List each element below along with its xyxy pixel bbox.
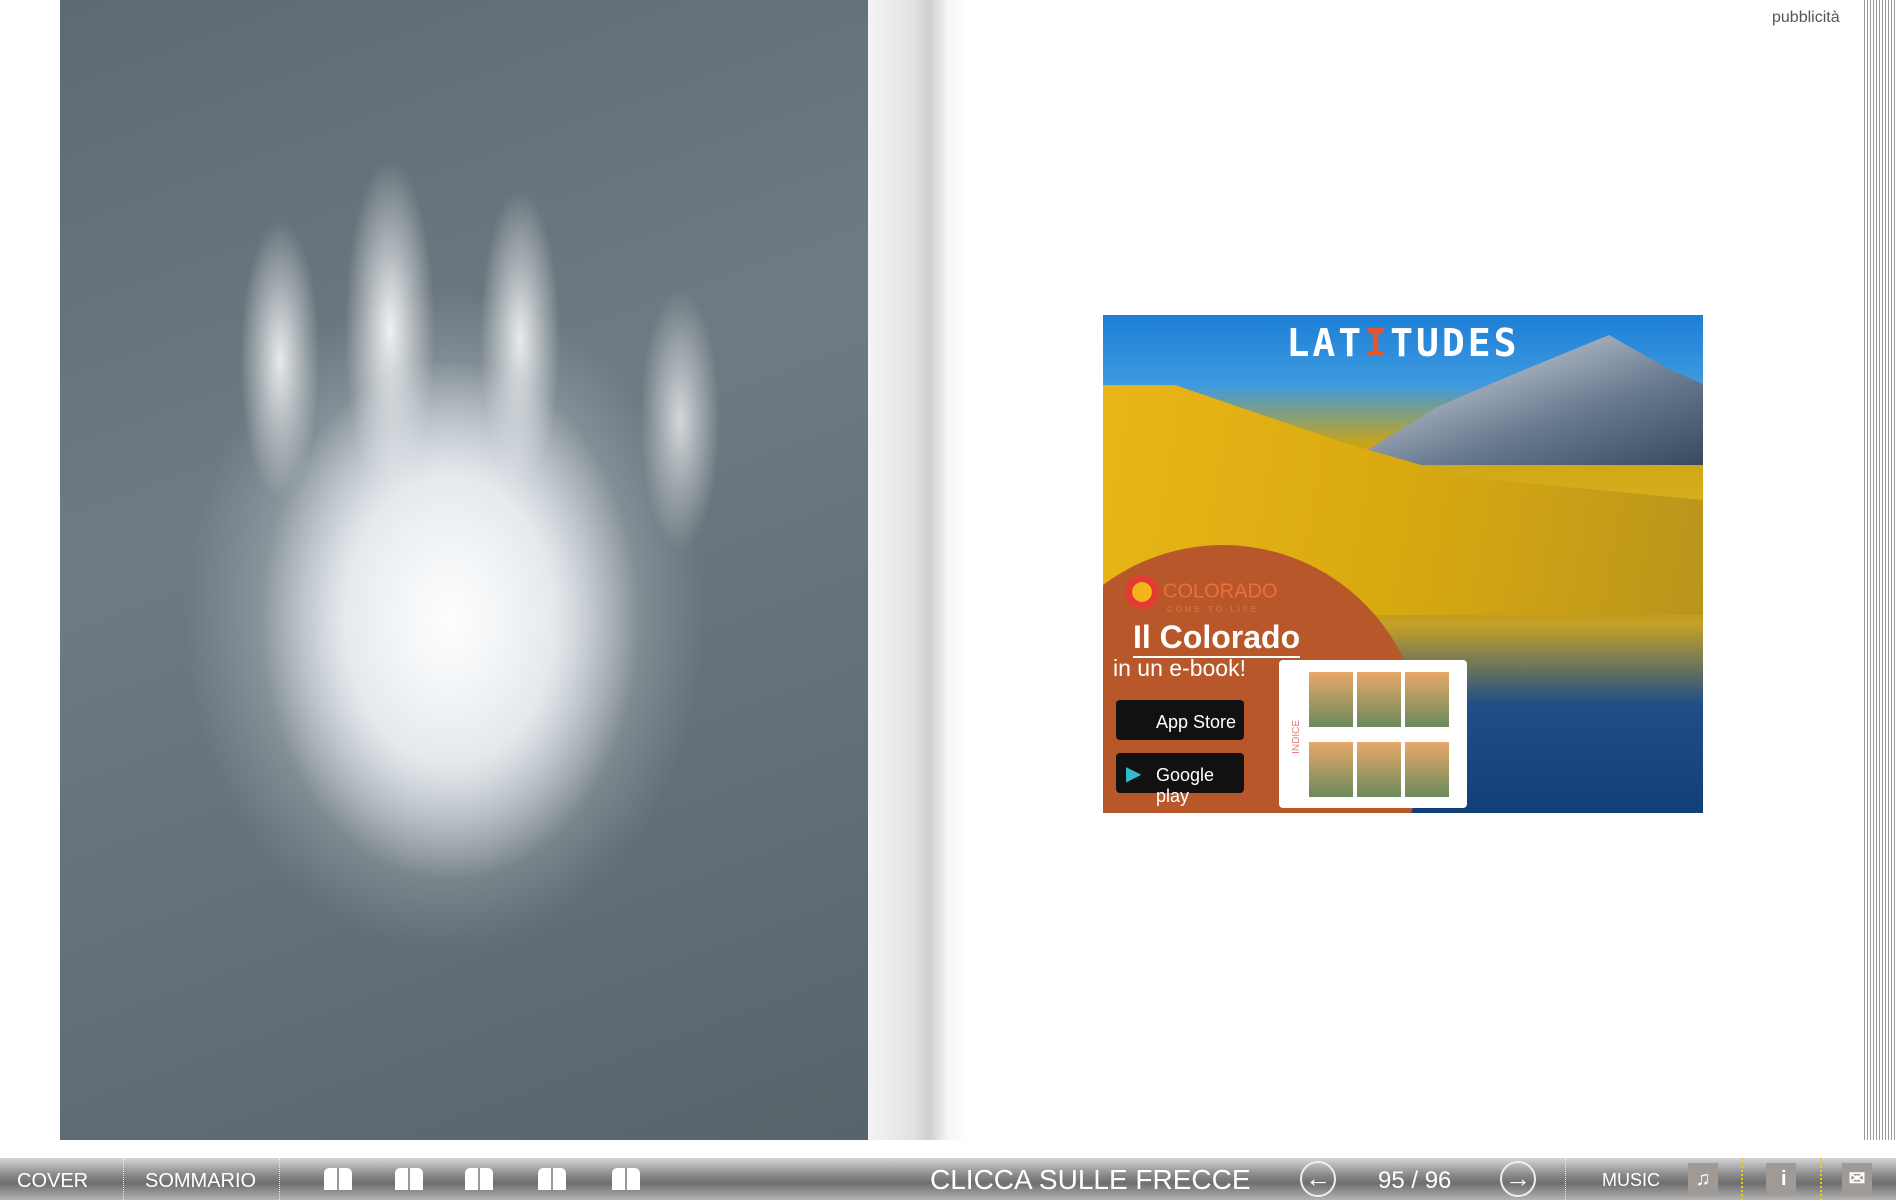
music-label: MUSIC — [1602, 1170, 1660, 1190]
book-view-icon[interactable] — [324, 1168, 352, 1190]
divider — [1820, 1158, 1822, 1200]
ad-subheadline: in un e-book! — [1113, 655, 1246, 681]
ad-brand-logo: LATITUDES — [1286, 321, 1520, 365]
book-view-icon[interactable] — [395, 1168, 423, 1190]
page-edges — [1862, 0, 1896, 1140]
advertisement[interactable]: LATITUDES COLORADO COME TO LIFE Il Colora… — [1103, 315, 1703, 813]
divider — [279, 1158, 280, 1200]
ebook-preview: INDICE — [1279, 660, 1467, 808]
arrow-left-icon[interactable]: ← — [1300, 1161, 1336, 1197]
arrow-right-icon[interactable]: → — [1500, 1161, 1536, 1197]
google-play-button[interactable]: ▶ Google play — [1116, 753, 1244, 806]
ad-headline: Il Colorado — [1133, 619, 1301, 658]
divider — [1741, 1158, 1743, 1200]
divider — [1565, 1158, 1566, 1200]
mail-icon[interactable]: ✉ — [1842, 1163, 1872, 1195]
page-label: pubblicità — [1772, 9, 1840, 26]
left-page-photo — [60, 0, 868, 1140]
book-spine — [868, 0, 968, 1140]
music-note-icon[interactable]: ♫ — [1688, 1163, 1718, 1195]
book-view-icon[interactable] — [538, 1168, 566, 1190]
navigation-hint: CLICCA SULLE FRECCE — [930, 1164, 1251, 1195]
book-view-icon[interactable] — [465, 1168, 493, 1190]
app-store-button[interactable]: App Store — [1116, 700, 1244, 740]
sommario-button[interactable]: SOMMARIO — [145, 1170, 256, 1193]
colorado-logo: COLORADO COME TO LIFE — [1125, 575, 1277, 614]
info-icon[interactable]: i — [1766, 1163, 1796, 1195]
play-icon: ▶ — [1126, 763, 1142, 785]
toolbar: COVER SOMMARIO CLICCA SULLE FRECCE ← 95 … — [0, 1158, 1896, 1200]
book-view-icon[interactable] — [612, 1168, 640, 1190]
divider — [123, 1158, 124, 1200]
cover-button[interactable]: COVER — [17, 1170, 88, 1193]
page-indicator: 95 / 96 — [1378, 1167, 1452, 1194]
